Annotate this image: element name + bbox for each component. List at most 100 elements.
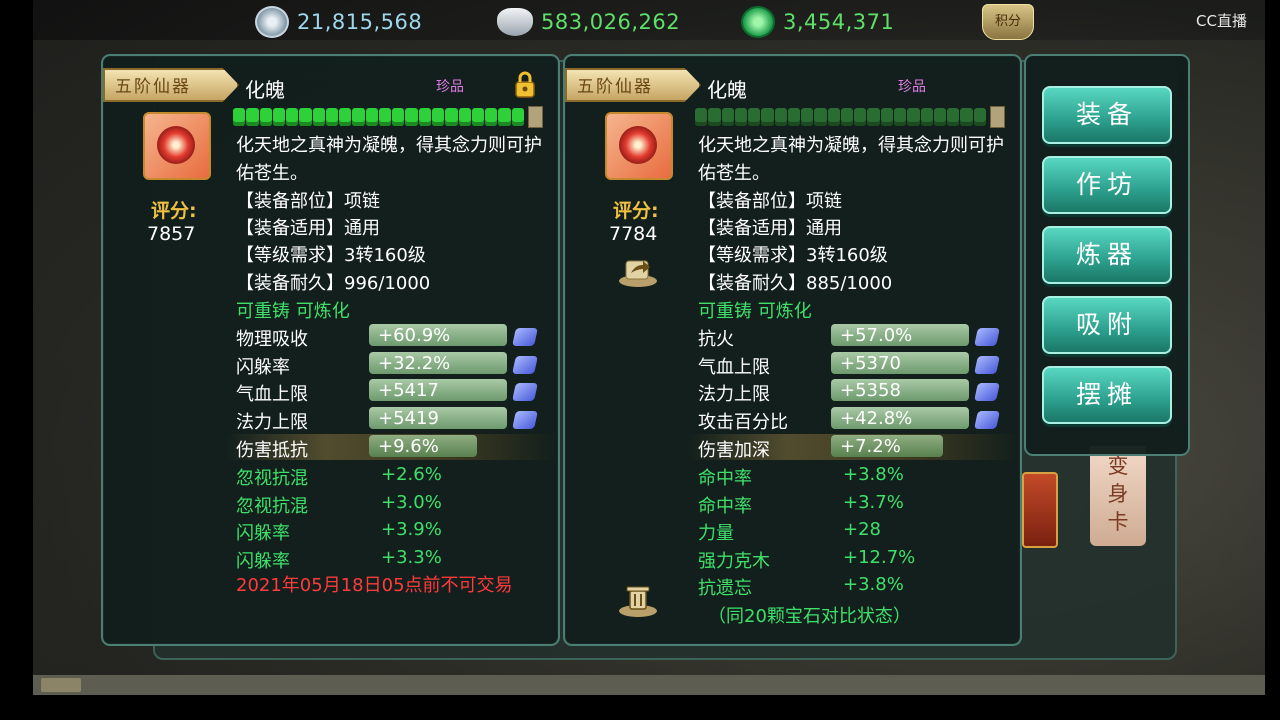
silver-currency: 583,026,262 (497, 6, 680, 38)
stat-name: 攻击百分比 (698, 412, 788, 433)
durability-segment (365, 108, 378, 126)
item-description: 化天地之真神为凝魄，得其念力则可护佑苍生。 (698, 135, 1004, 184)
necklace-icon[interactable] (143, 112, 211, 180)
durability-segment (787, 108, 801, 126)
plain-stat-name: 力量 (698, 523, 734, 544)
stat-value: +32.2% (378, 353, 451, 374)
durability-segment (339, 108, 352, 126)
share-icon[interactable] (617, 253, 659, 289)
tribute-coin-icon (255, 6, 289, 38)
sapphire-icon (512, 328, 538, 346)
durability-segment (933, 108, 947, 126)
sapphire-icon (974, 356, 1000, 374)
durability-segment (511, 108, 524, 126)
durability-segment (801, 108, 814, 126)
durability-segment (748, 108, 761, 126)
score-value: 7784 (609, 223, 658, 245)
durability-segment (734, 108, 748, 126)
plain-stat-value: +2.6% (381, 464, 442, 485)
info-level: 【等级需求】3转160级 (236, 245, 426, 266)
special-stat-value: +7.2% (840, 436, 901, 457)
plain-stat-value: +3.3% (381, 547, 442, 568)
special-stat-value: +9.6% (378, 436, 439, 457)
item-tags: 可重铸 可炼化 (236, 301, 350, 322)
item-description: 化天地之真神为凝魄，得其念力则可护佑苍生。 (236, 135, 542, 184)
bottom-bar (33, 675, 1265, 695)
durability-segment (867, 108, 880, 126)
sapphire-icon (974, 328, 1000, 346)
durability-segment (352, 108, 365, 126)
score-label: 评分: (613, 200, 659, 222)
info-slot: 【装备部位】项链 (698, 191, 842, 212)
item-name: 化魄 (245, 78, 285, 102)
absorb-button[interactable]: 吸附 (1042, 296, 1172, 354)
tribute-amount: 21,815,568 (297, 10, 423, 34)
sapphire-icon (512, 411, 538, 429)
plain-stat-value: +28 (843, 519, 881, 540)
durability-segment (418, 108, 431, 126)
trade-restriction-note: 2021年05月18日05点前不可交易 (236, 575, 513, 596)
durability-bar (233, 106, 544, 128)
durability-segment (893, 108, 907, 126)
trash-icon[interactable] (617, 581, 659, 617)
score-value: 7857 (147, 223, 196, 245)
durability-segment (761, 108, 774, 126)
quality-label: 珍品 (436, 79, 464, 95)
item-tooltip-equipped: 五阶仙器 化魄 珍品 评分: 7857 化天地之真神为凝魄，得其念力则可护佑苍生… (101, 54, 560, 646)
durability-segment (721, 108, 734, 126)
durability-segment (854, 108, 867, 126)
plain-stat-name: 强力克木 (698, 551, 770, 572)
plain-stat-name: 抗遗忘 (698, 578, 752, 599)
durability-segment (259, 108, 272, 126)
lock-icon[interactable] (514, 70, 536, 98)
plain-stat-value: +3.0% (381, 492, 442, 513)
jade-amount: 3,454,371 (783, 10, 895, 34)
plain-stat-value: +3.8% (843, 464, 904, 485)
action-menu: 装备 作坊 炼器 吸附 摆摊 (1024, 54, 1190, 456)
bottom-tab[interactable] (41, 678, 81, 692)
workshop-button[interactable]: 作坊 (1042, 156, 1172, 214)
durability-segment (485, 108, 498, 126)
durability-segment (947, 108, 960, 126)
compare-footnote: （同20颗宝石对比状态） (708, 606, 911, 627)
plain-stat-value: +3.9% (381, 519, 442, 540)
plain-stat-value: +3.8% (843, 574, 904, 595)
durability-segment (246, 108, 259, 126)
plain-stat-name: 忽视抗混 (236, 496, 308, 517)
info-durability: 【装备耐久】996/1000 (236, 273, 431, 294)
info-durability: 【装备耐久】885/1000 (698, 273, 893, 294)
rank-badge: 五阶仙器 (565, 68, 701, 102)
plain-stat-value: +3.7% (843, 492, 904, 513)
plain-stat-value: +12.7% (843, 547, 916, 568)
plain-stat-name: 命中率 (698, 468, 752, 489)
points-button[interactable]: 积分 (982, 4, 1034, 40)
stat-name: 气血上限 (236, 384, 308, 405)
equip-button[interactable]: 装备 (1042, 86, 1172, 144)
stall-button[interactable]: 摆摊 (1042, 366, 1172, 424)
durability-segment (695, 108, 708, 126)
sapphire-icon (974, 411, 1000, 429)
durability-segment (325, 108, 339, 126)
jade-currency: 3,454,371 (741, 6, 894, 38)
stat-name: 闪躲率 (236, 357, 290, 378)
durability-segment (920, 108, 933, 126)
quality-label: 珍品 (898, 79, 926, 95)
score-label: 评分: (151, 200, 197, 222)
inventory-item-slot[interactable] (1022, 472, 1058, 548)
necklace-icon[interactable] (605, 112, 673, 180)
special-stat-name: 伤害抵抗 (236, 440, 308, 461)
transform-card-tab[interactable]: 变身卡 (1090, 446, 1146, 546)
silver-amount: 583,026,262 (541, 10, 681, 34)
durability-segment (827, 108, 840, 126)
rank-badge: 五阶仙器 (103, 68, 239, 102)
stat-value: +5370 (840, 353, 901, 374)
durability-segment (814, 108, 827, 126)
plain-stat-name: 闪躲率 (236, 523, 290, 544)
item-tooltip-compare: 五阶仙器 化魄 珍品 评分: 7784 化天地之真神为凝魄，得其念力则可护佑苍生… (563, 54, 1022, 646)
stat-name: 法力上限 (236, 412, 308, 433)
stat-value: +60.9% (378, 325, 451, 346)
info-usage: 【装备适用】通用 (236, 218, 380, 239)
stat-value: +5419 (378, 408, 439, 429)
refine-button[interactable]: 炼器 (1042, 226, 1172, 284)
durability-segment (431, 108, 445, 126)
